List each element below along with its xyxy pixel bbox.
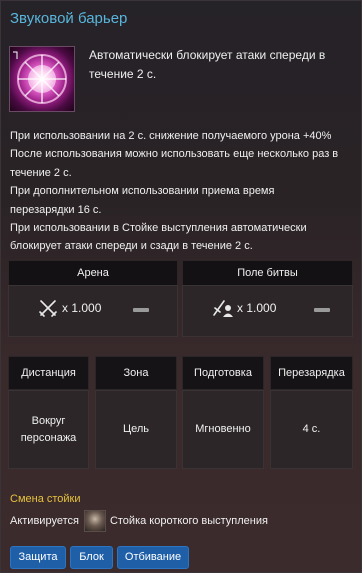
battlefield-multiplier: x 1.000 [237, 301, 277, 315]
description-line: После использования можно использовать е… [10, 148, 339, 161]
description-line: При использовании на 2 с. снижение получ… [10, 130, 332, 142]
skill-description: При использовании на 2 с. снижение получ… [10, 127, 355, 256]
stance-change-title: Смена стойки [10, 493, 81, 505]
preparation-value: Мгновенно [182, 390, 264, 469]
arena-dash [133, 308, 149, 312]
stance-name: Стойка короткого выступления [109, 515, 268, 527]
stance-change-row: Активируется Стойка короткого выступлени… [10, 510, 268, 532]
battlefield-dash [314, 308, 330, 312]
area-value: Цель [95, 390, 177, 469]
cooldown-header: Перезарядка [270, 356, 353, 390]
description-line: блокирует атаки спереди и сзади в течени… [10, 240, 253, 253]
description-line: перезарядки 16 с. [10, 203, 102, 216]
skill-title: Звуковой барьер [10, 10, 128, 27]
tag-defense: Защита [10, 546, 66, 569]
activates-label: Активируется [10, 515, 79, 527]
distance-value-text: Вокруг персонажа [20, 414, 77, 444]
crossed-swords-icon [39, 300, 57, 317]
area-header: Зона [95, 356, 177, 390]
distance-value: Вокруг персонажа [8, 390, 89, 469]
performance-stance-icon [83, 510, 106, 532]
sword-vs-player-icon [213, 300, 233, 317]
battlefield-header: Поле битвы [182, 260, 353, 286]
description-line: течение 2 с. [10, 166, 72, 179]
description-line: При дополнительном использовании приема … [10, 185, 275, 198]
tag-block: Блок [70, 546, 113, 569]
cooldown-value: 4 с. [270, 390, 353, 469]
arena-header: Арена [8, 260, 178, 286]
skill-summary: Автоматически блокирует атаки спереди в … [89, 48, 326, 81]
distance-header: Дистанция [8, 356, 89, 390]
preparation-header: Подготовка [182, 356, 264, 390]
arena-multiplier: x 1.000 [62, 301, 102, 315]
tag-knockback: Отбивание [117, 546, 189, 569]
description-line: При использовании в Стойке выступления а… [10, 222, 307, 235]
sound-barrier-skill-icon [9, 46, 75, 112]
